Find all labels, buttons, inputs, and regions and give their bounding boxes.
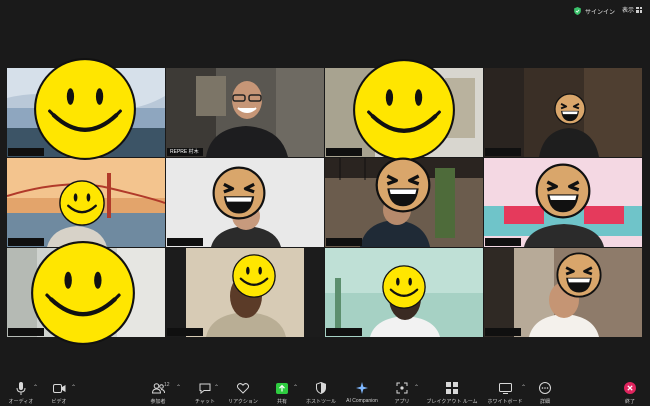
video-background <box>166 68 324 157</box>
participant-name-tag: REPRE 村木 <box>167 148 203 156</box>
share-button[interactable]: 共有 <box>271 373 293 406</box>
smiley-face-icon <box>34 58 136 160</box>
heart-icon <box>236 381 250 395</box>
smiley-face-icon <box>382 265 426 309</box>
reactions-button[interactable]: リアクション <box>226 373 260 406</box>
top-bar: サインイン 表示 <box>0 0 650 22</box>
whiteboard-button[interactable]: ホワイトボード <box>485 373 525 406</box>
smiley-face-icon <box>232 254 276 298</box>
breakout-rooms-label: ブレイクアウト ルーム <box>426 399 478 405</box>
microphone-icon <box>14 381 28 395</box>
participant-name-tag <box>167 238 203 246</box>
participants-label: 参加者 <box>150 399 166 405</box>
audio-label: オーディオ <box>8 399 34 405</box>
laughing-face-icon <box>556 252 602 298</box>
view-label: 表示 <box>622 8 635 14</box>
ai-companion-label: AI Companion <box>346 398 378 404</box>
participant-name-tag <box>326 238 362 246</box>
end-call-icon <box>623 381 637 395</box>
end-label: 終了 <box>624 399 635 405</box>
host-tools-label: ホストツール <box>305 399 336 405</box>
smiley-face-icon <box>59 180 105 226</box>
host-tools-button[interactable]: ホストツール <box>304 373 338 406</box>
grid-view-icon <box>636 6 643 13</box>
participant-name-tag <box>167 328 203 336</box>
participants-options-chevron-icon[interactable]: ⌃ <box>176 384 181 391</box>
participants-count: 12 <box>164 382 170 388</box>
chat-options-chevron-icon[interactable]: ⌃ <box>214 384 219 391</box>
laughing-face-icon <box>554 93 586 125</box>
apps-options-chevron-icon[interactable]: ⌃ <box>414 384 419 391</box>
share-options-chevron-icon[interactable]: ⌃ <box>293 384 298 391</box>
laughing-face-icon <box>535 163 591 219</box>
video-label: ビデオ <box>51 399 67 405</box>
whiteboard-options-chevron-icon[interactable]: ⌃ <box>521 384 526 391</box>
breakout-rooms-icon <box>445 381 459 395</box>
apps-icon <box>395 381 409 395</box>
more-label: 詳細 <box>539 399 550 405</box>
apps-button[interactable]: アプリ <box>391 373 413 406</box>
shield-icon <box>314 381 328 395</box>
signin-label: サインイン <box>585 9 616 16</box>
participant-name-tag <box>485 238 521 246</box>
whiteboard-icon <box>498 381 512 395</box>
video-camera-icon <box>52 381 66 395</box>
whiteboard-label: ホワイトボード <box>487 399 523 405</box>
more-icon <box>538 381 552 395</box>
video-options-chevron-icon[interactable]: ⌃ <box>71 384 76 391</box>
breakout-rooms-button[interactable]: ブレイクアウト ルーム <box>424 373 480 406</box>
participant-name-tag <box>485 148 521 156</box>
participant-name-tag <box>485 328 521 336</box>
audio-options-chevron-icon[interactable]: ⌃ <box>33 384 38 391</box>
chat-label: チャット <box>195 399 215 405</box>
end-meeting-button[interactable]: 終了 <box>620 373 640 406</box>
smiley-face-icon <box>31 241 135 345</box>
participant-tile-active-speaker[interactable]: REPRE 村木 <box>166 68 324 157</box>
participants-button[interactable]: 参加者 <box>146 373 170 406</box>
reactions-label: リアクション <box>228 399 258 405</box>
apps-label: アプリ <box>394 399 410 405</box>
audio-button[interactable]: オーディオ <box>7 373 35 406</box>
chat-icon <box>198 381 212 395</box>
smiley-face-icon <box>353 59 455 161</box>
video-button[interactable]: ビデオ <box>47 373 71 406</box>
signin-button[interactable]: サインイン <box>574 5 615 17</box>
share-label: 共有 <box>276 399 287 405</box>
shield-icon <box>574 7 581 15</box>
view-button[interactable]: 表示 <box>622 5 643 14</box>
participants-icon <box>151 381 165 395</box>
participant-name-tag <box>326 328 362 336</box>
laughing-face-icon <box>212 166 266 220</box>
laughing-face-icon <box>375 157 431 213</box>
more-button[interactable]: 詳細 <box>534 373 556 406</box>
ai-companion-button[interactable]: AI Companion <box>342 373 382 406</box>
sparkle-icon <box>355 381 369 395</box>
share-screen-icon <box>275 381 289 395</box>
meeting-toolbar: オーディオ ⌃ ビデオ ⌃ 参加者 12 ⌃ チャット ⌃ リアクション 共有 … <box>0 373 650 406</box>
